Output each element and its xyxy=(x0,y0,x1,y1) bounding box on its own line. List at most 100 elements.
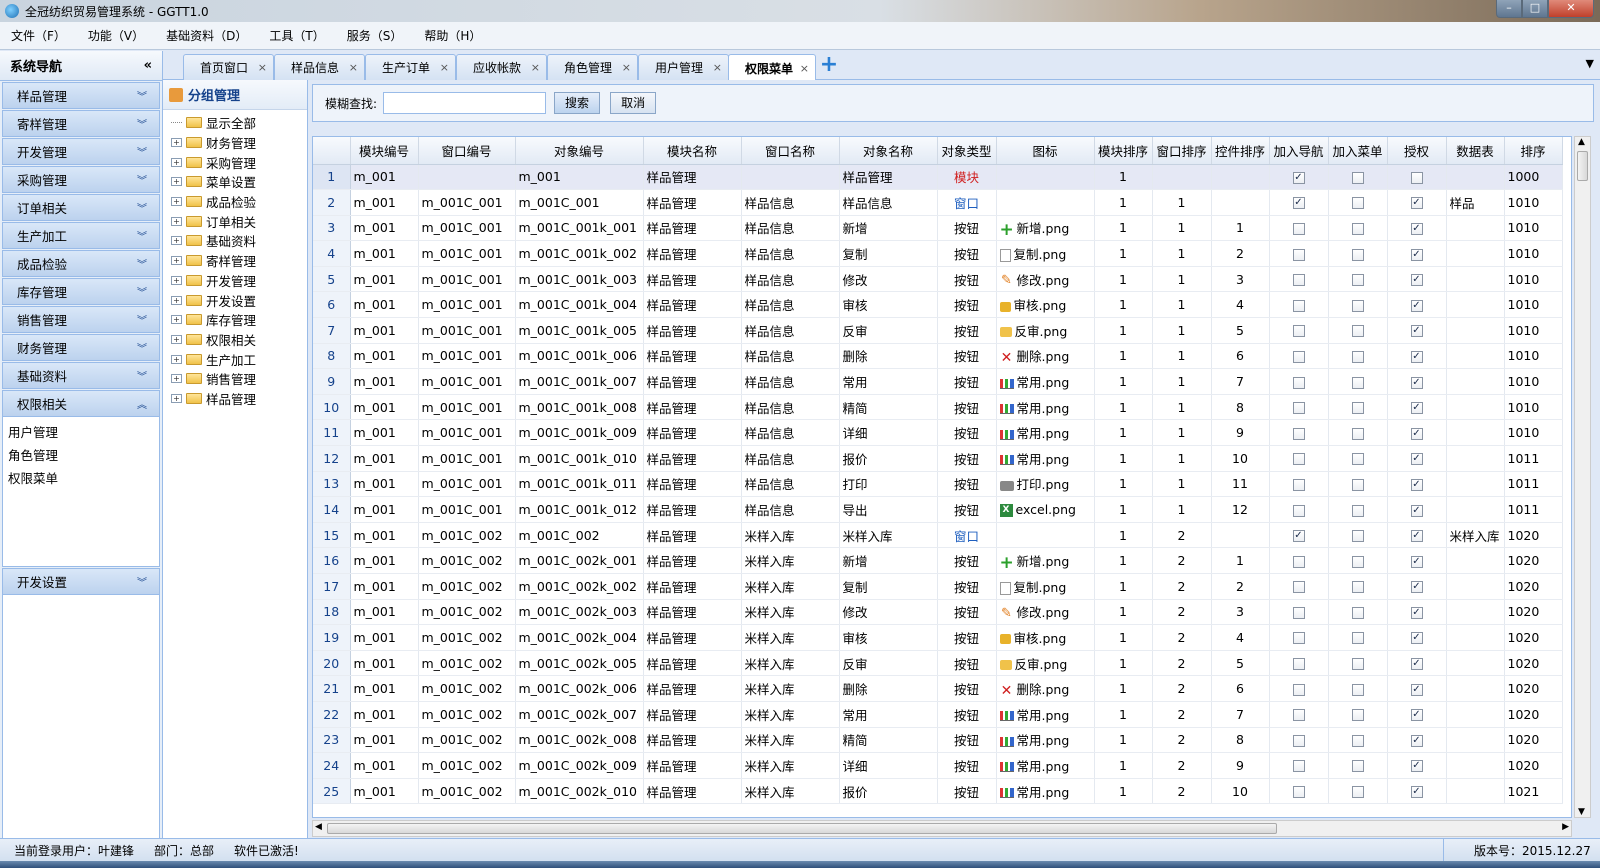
checkbox[interactable]: ✓ xyxy=(1410,786,1423,799)
add-tab-icon[interactable]: + xyxy=(819,54,839,78)
checkbox[interactable] xyxy=(1292,274,1305,287)
vertical-scrollbar[interactable]: ▲ ▼ xyxy=(1574,136,1591,818)
checkbox[interactable] xyxy=(1292,786,1305,799)
expand-icon[interactable]: + xyxy=(171,295,182,305)
checkbox[interactable] xyxy=(1351,658,1364,671)
checkbox[interactable]: ✓ xyxy=(1410,197,1423,210)
tab-0[interactable]: 首页窗口 × xyxy=(183,54,274,80)
checkbox[interactable] xyxy=(1292,248,1305,261)
checkbox[interactable]: ✓ xyxy=(1410,632,1423,645)
checkbox[interactable] xyxy=(1292,658,1305,671)
expand-icon[interactable]: + xyxy=(171,334,182,344)
checkbox[interactable] xyxy=(1292,427,1305,440)
tree-node[interactable]: + 财务管理 xyxy=(163,133,307,153)
checkbox[interactable] xyxy=(1351,171,1364,184)
column-header[interactable]: 窗口排序 xyxy=(1152,137,1212,165)
expand-icon[interactable]: + xyxy=(171,354,182,364)
table-row[interactable]: 15 m_001 m_001C_002 m_001C_002 样品管理 米样入库 米样入库窗… xyxy=(313,522,1563,549)
scroll-up-icon[interactable]: ▲ xyxy=(1578,137,1585,147)
sidebar-item-basic-data[interactable]: 基础资料 ︾ xyxy=(2,362,160,389)
checkbox[interactable]: ✓ xyxy=(1410,453,1423,466)
checkbox[interactable] xyxy=(1292,581,1305,594)
table-row[interactable]: 23 m_001 m_001C_002 m_001C_002k_008 样品管理 米样入库… xyxy=(313,727,1563,754)
column-header[interactable]: 对象名称 xyxy=(839,137,938,165)
table-row[interactable]: 1 m_001 m_001 样品管理 样品管理 模块 1 ✓ 1000 xyxy=(313,164,1563,191)
menu-tools[interactable]: 工具（T） xyxy=(258,27,335,44)
table-row[interactable]: 11 m_001 m_001C_001 m_001C_001k_009 样品管理 样品信息… xyxy=(313,419,1563,447)
checkbox[interactable]: ✓ xyxy=(1410,606,1423,619)
checkbox[interactable]: ✓ xyxy=(1292,197,1305,210)
expand-icon[interactable]: + xyxy=(171,256,182,266)
search-button[interactable]: 搜索 xyxy=(554,92,601,114)
checkbox[interactable] xyxy=(1292,478,1305,491)
column-header[interactable]: 模块编号 xyxy=(350,137,419,165)
table-row[interactable]: 21 m_001 m_001C_002 m_001C_002k_006 样品管理 米样入库… xyxy=(313,675,1563,702)
sidebar-item-dev-settings[interactable]: 开发设置 ︾ xyxy=(2,568,160,595)
tree-node[interactable]: + 采购管理 xyxy=(163,152,307,172)
scroll-right-icon[interactable]: ▶ xyxy=(1562,822,1569,832)
submenu-role-management[interactable]: 角色管理 xyxy=(8,444,154,467)
checkbox[interactable]: ✓ xyxy=(1410,658,1423,671)
checkbox[interactable]: ✓ xyxy=(1410,760,1423,773)
column-header[interactable]: 对象类型 xyxy=(937,137,997,165)
checkbox[interactable] xyxy=(1351,734,1364,747)
tree-node[interactable]: + 成品检验 xyxy=(163,192,307,212)
tree-node[interactable]: + 菜单设置 xyxy=(163,172,307,192)
checkbox[interactable] xyxy=(1351,606,1364,619)
checkbox[interactable]: ✓ xyxy=(1292,530,1305,543)
checkbox[interactable] xyxy=(1292,709,1305,722)
vertical-scroll-thumb[interactable] xyxy=(1577,151,1588,181)
table-row[interactable]: 22 m_001 m_001C_002 m_001C_002k_007 样品管理 米样入库… xyxy=(313,701,1563,728)
close-tab-icon[interactable]: × xyxy=(531,61,540,74)
tree-node[interactable]: + 开发设置 xyxy=(163,290,307,310)
tab-dropdown-icon[interactable]: ▼ xyxy=(1586,57,1594,70)
sidebar-item-purchase[interactable]: 采购管理 ︾ xyxy=(2,166,160,193)
checkbox[interactable] xyxy=(1351,581,1364,594)
column-header[interactable]: 模块排序 xyxy=(1094,137,1153,165)
checkbox[interactable] xyxy=(1351,222,1364,235)
close-tab-icon[interactable]: × xyxy=(258,61,267,74)
checkbox[interactable]: ✓ xyxy=(1410,555,1423,568)
checkbox[interactable]: ✓ xyxy=(1410,581,1423,594)
column-header[interactable]: 窗口编号 xyxy=(418,137,516,165)
minimize-button[interactable]: – xyxy=(1496,0,1522,18)
expand-icon[interactable]: + xyxy=(171,393,182,403)
checkbox[interactable]: ✓ xyxy=(1292,171,1305,184)
sidebar-item-development[interactable]: 开发管理 ︾ xyxy=(2,138,160,165)
submenu-user-management[interactable]: 用户管理 xyxy=(8,421,154,444)
checkbox[interactable] xyxy=(1351,274,1364,287)
column-header[interactable]: 窗口名称 xyxy=(741,137,840,165)
sidebar-item-order[interactable]: 订单相关 ︾ xyxy=(2,194,160,221)
expand-icon[interactable]: + xyxy=(171,275,182,285)
checkbox[interactable] xyxy=(1351,427,1364,440)
checkbox[interactable] xyxy=(1351,453,1364,466)
sidebar-item-finance[interactable]: 财务管理 ︾ xyxy=(2,334,160,361)
checkbox[interactable] xyxy=(1351,555,1364,568)
search-input[interactable] xyxy=(383,92,547,114)
column-header[interactable] xyxy=(313,137,351,165)
table-row[interactable]: 4 m_001 m_001C_001 m_001C_001k_002 样品管理 样品信息复… xyxy=(313,240,1563,267)
checkbox[interactable] xyxy=(1292,606,1305,619)
column-header[interactable]: 数据表 xyxy=(1446,137,1505,165)
tree-node[interactable]: + 生产加工 xyxy=(163,349,307,369)
checkbox[interactable] xyxy=(1292,376,1305,389)
table-row[interactable]: 17 m_001 m_001C_002 m_001C_002k_002 样品管理 米样入库… xyxy=(313,573,1563,600)
column-header[interactable]: 模块名称 xyxy=(643,137,742,165)
tree-node[interactable]: + 库存管理 xyxy=(163,310,307,330)
tab-2[interactable]: 生产订单 × xyxy=(365,54,456,80)
expand-icon[interactable]: + xyxy=(171,197,182,207)
table-row[interactable]: 8 m_001 m_001C_001 m_001C_001k_006 样品管理 样品信息删… xyxy=(313,343,1563,370)
table-row[interactable]: 20 m_001 m_001C_002 m_001C_002k_005 样品管理 米样入库… xyxy=(313,650,1563,677)
expand-icon[interactable]: + xyxy=(171,216,182,226)
horizontal-scrollbar[interactable]: ◀ ▶ xyxy=(312,820,1572,837)
sidebar-item-inventory[interactable]: 库存管理 ︾ xyxy=(2,278,160,305)
checkbox[interactable] xyxy=(1292,350,1305,363)
column-header[interactable]: 图标 xyxy=(996,137,1095,165)
expand-icon[interactable]: + xyxy=(171,157,182,167)
table-row[interactable]: 10 m_001 m_001C_001 m_001C_001k_008 样品管理 样品信息… xyxy=(313,394,1563,421)
tab-5[interactable]: 用户管理 × xyxy=(638,54,729,80)
checkbox[interactable] xyxy=(1351,299,1364,312)
checkbox[interactable] xyxy=(1351,709,1364,722)
table-row[interactable]: 3 m_001 m_001C_001 m_001C_001k_001 样品管理 样品信息新… xyxy=(313,215,1563,242)
menu-file[interactable]: 文件（F） xyxy=(0,27,77,44)
